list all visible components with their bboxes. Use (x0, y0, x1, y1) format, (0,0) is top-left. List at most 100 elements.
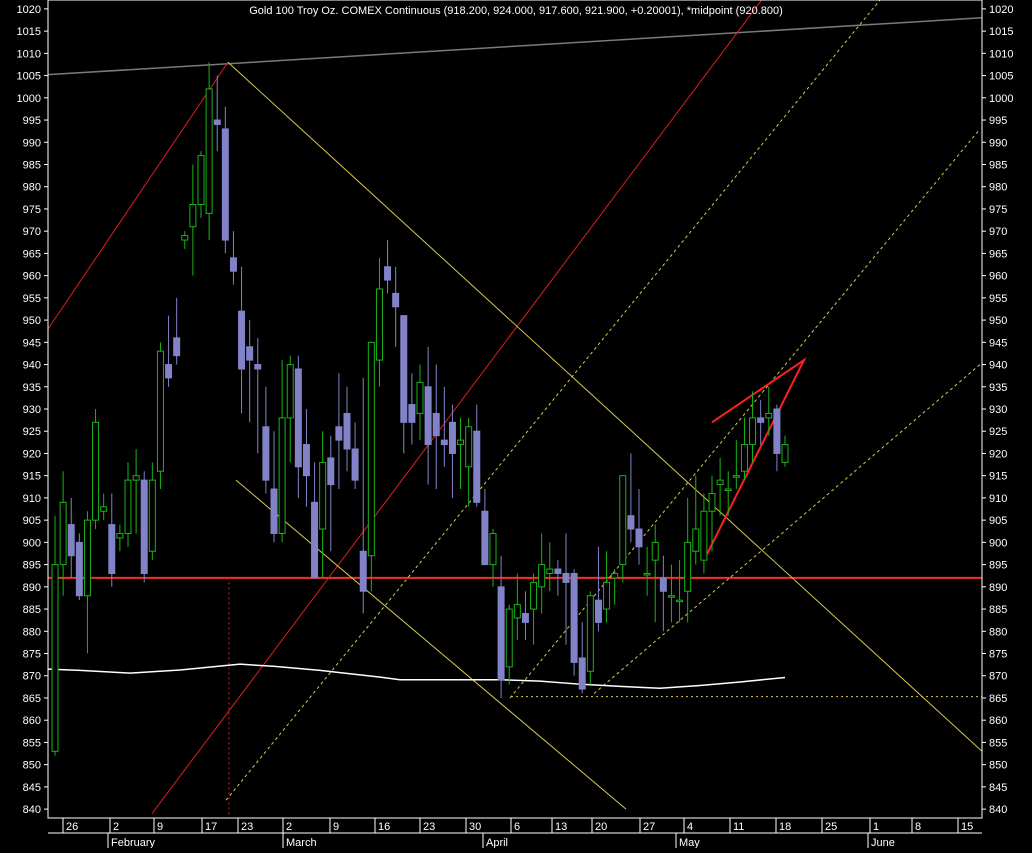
y-tick-label-left: 895 (23, 560, 41, 572)
candle-body (359, 550, 367, 592)
y-tick-label-left: 910 (23, 493, 41, 505)
candle (570, 569, 578, 676)
candle-body (497, 586, 505, 681)
y-tick-label-right: 845 (989, 782, 1007, 794)
y-tick-label-left: 1015 (17, 26, 41, 38)
y-tick-label-left: 935 (23, 382, 41, 394)
candle-body (586, 595, 594, 672)
y-tick-label-right: 920 (989, 448, 1007, 460)
y-tick-label-left: 930 (23, 404, 41, 416)
candle-body (684, 541, 692, 592)
candle-body (319, 461, 327, 530)
candle-body (538, 564, 546, 588)
candle-body (643, 572, 651, 576)
y-tick-label-left: 885 (23, 604, 41, 616)
x-day-label: 17 (205, 821, 217, 833)
candle-body (716, 479, 724, 486)
candle-body (51, 564, 59, 752)
candle-body (546, 568, 554, 574)
candle-body (505, 608, 513, 668)
candle-body (367, 341, 375, 557)
x-day-label: 4 (687, 821, 693, 833)
y-tick-label-right: 970 (989, 226, 1007, 238)
y-tick-label-left: 1005 (17, 71, 41, 83)
y-tick-label-left: 945 (23, 337, 41, 349)
y-tick-label-right: 855 (989, 737, 1007, 749)
candle-body (724, 488, 732, 492)
y-tick-label-left: 845 (23, 782, 41, 794)
candle-body (205, 88, 213, 214)
x-day-label: 20 (595, 821, 607, 833)
candle-body (335, 426, 343, 441)
y-tick-label-left: 870 (23, 671, 41, 683)
x-month-label: March (286, 837, 317, 848)
candle-body (351, 448, 359, 481)
y-tick-label-left: 975 (23, 204, 41, 216)
candle-body (189, 204, 197, 228)
y-tick-label-left: 980 (23, 182, 41, 194)
y-tick-label-left: 850 (23, 760, 41, 772)
candle-body (173, 337, 181, 357)
y-tick-label-right: 1020 (989, 4, 1013, 16)
candle (586, 591, 594, 685)
y-tick-label-left: 1000 (17, 93, 41, 105)
y-tick-label-left: 875 (23, 649, 41, 661)
y-tick-label-left: 915 (23, 471, 41, 483)
candle-body (294, 368, 302, 468)
y-tick-label-right: 1010 (989, 48, 1013, 60)
candle-body (740, 444, 748, 472)
y-tick-label-left: 840 (23, 804, 41, 816)
candle (156, 342, 164, 490)
candle-body (343, 412, 351, 450)
chart-svg: 840 840 845 845 850 850 855 855 860 860 865 865 870 8… (0, 0, 1032, 849)
y-tick-label-left: 950 (23, 315, 41, 327)
candle-body (416, 381, 424, 414)
candle-body (92, 421, 100, 521)
y-tick-label-right: 870 (989, 671, 1007, 683)
candle-body (238, 310, 246, 370)
candle-body (270, 488, 278, 534)
y-tick-label-right: 985 (989, 159, 1007, 171)
candle-body (116, 532, 124, 539)
candle-body (67, 524, 75, 557)
candle-body (327, 457, 335, 486)
candle-body (603, 581, 611, 610)
candle (75, 533, 83, 601)
x-day-label: 11 (733, 821, 744, 833)
x-month-label: February (111, 837, 156, 848)
x-day-label: 9 (157, 821, 163, 833)
candle-body (108, 524, 116, 574)
x-month-label: June (871, 837, 895, 848)
candle-body (181, 235, 189, 241)
candle-body (676, 599, 684, 603)
x-day-label: 30 (469, 821, 481, 833)
x-day-label: 15 (961, 821, 973, 833)
y-tick-label-left: 925 (23, 426, 41, 438)
candle-body (448, 421, 456, 454)
y-tick-label-left: 865 (23, 693, 41, 705)
candle-body (732, 475, 740, 478)
candle-body (781, 444, 789, 463)
candle-body (59, 501, 67, 566)
chart: 840 840 845 845 850 850 855 855 860 860 865 865 870 8… (0, 0, 1032, 849)
y-tick-label-right: 890 (989, 582, 1007, 594)
candle-body (302, 444, 310, 477)
y-tick-label-right: 865 (989, 693, 1007, 705)
candle-body (611, 572, 619, 579)
candle-body (440, 439, 448, 446)
candle-body (465, 426, 473, 468)
candle-body (75, 541, 83, 597)
candle-body (773, 408, 781, 454)
candle-body (521, 613, 529, 623)
candle-body (578, 657, 586, 690)
candle-body (594, 599, 602, 623)
y-tick-label-left: 970 (23, 226, 41, 238)
candle-body (700, 510, 708, 561)
chart-background (0, 0, 1032, 848)
y-tick-label-left: 990 (23, 137, 41, 149)
y-tick-label-right: 995 (989, 115, 1007, 127)
y-tick-label-left: 995 (23, 115, 41, 127)
candle-body (457, 439, 465, 446)
candle-body (692, 528, 700, 552)
x-day-label: 23 (423, 821, 435, 833)
